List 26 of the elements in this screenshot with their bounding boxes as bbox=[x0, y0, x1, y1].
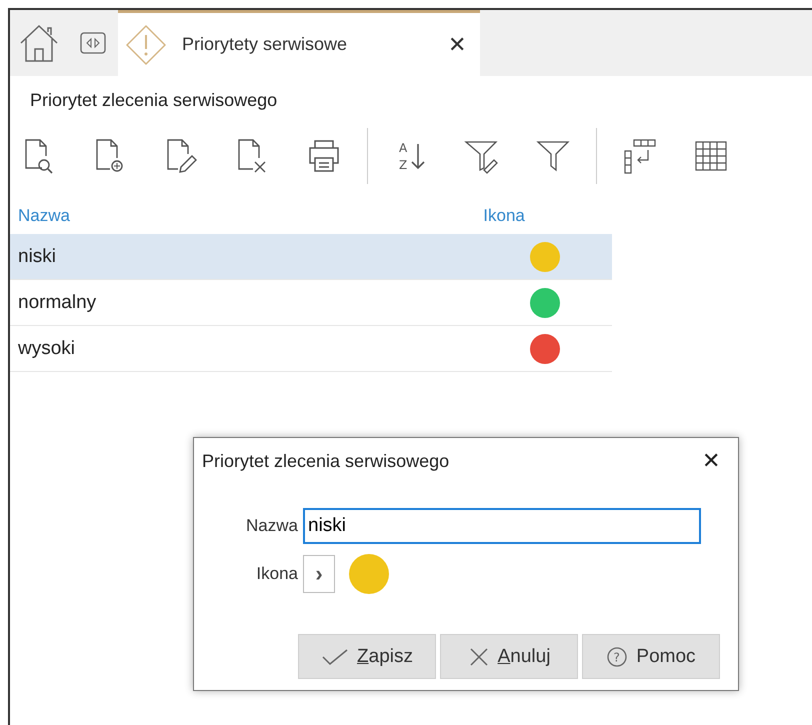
table-row[interactable]: niski bbox=[10, 234, 612, 280]
table-row[interactable]: wysoki bbox=[10, 326, 612, 372]
cancel-button[interactable]: Anuluj bbox=[440, 634, 578, 679]
table-cell-text: normalny bbox=[17, 292, 98, 314]
field-label: Ikona bbox=[255, 564, 298, 584]
close-icon bbox=[468, 646, 490, 666]
help-button[interactable]: ? Pomoc bbox=[582, 634, 720, 679]
save-button[interactable]: Zapisz bbox=[298, 634, 436, 679]
left-right-arrows-icon bbox=[80, 30, 106, 56]
document-tab[interactable]: Priorytety serwisowe ✕ bbox=[118, 10, 480, 76]
close-tab-button[interactable]: ✕ bbox=[448, 32, 466, 58]
name-input-field[interactable]: niski bbox=[303, 508, 701, 544]
warning-diamond-icon bbox=[124, 22, 168, 66]
column-header[interactable]: Ikona bbox=[483, 206, 612, 226]
table-cell-text: wysoki bbox=[17, 338, 76, 360]
table-row[interactable]: normalny bbox=[10, 280, 612, 326]
field-label: Nazwa bbox=[245, 516, 298, 536]
help-icon: ? bbox=[606, 646, 628, 668]
section-title: Priorytet zlecenia serwisowego bbox=[29, 89, 278, 112]
home-icon bbox=[18, 22, 60, 64]
close-button[interactable]: ✕ bbox=[702, 448, 720, 474]
column-header[interactable]: Nazwa bbox=[10, 206, 484, 226]
dialog-title: Priorytet zlecenia serwisowego bbox=[202, 450, 450, 472]
checkmark-icon bbox=[321, 646, 350, 666]
icon-picker-button[interactable]: › bbox=[303, 555, 335, 593]
table-cell-text: niski bbox=[17, 246, 58, 268]
